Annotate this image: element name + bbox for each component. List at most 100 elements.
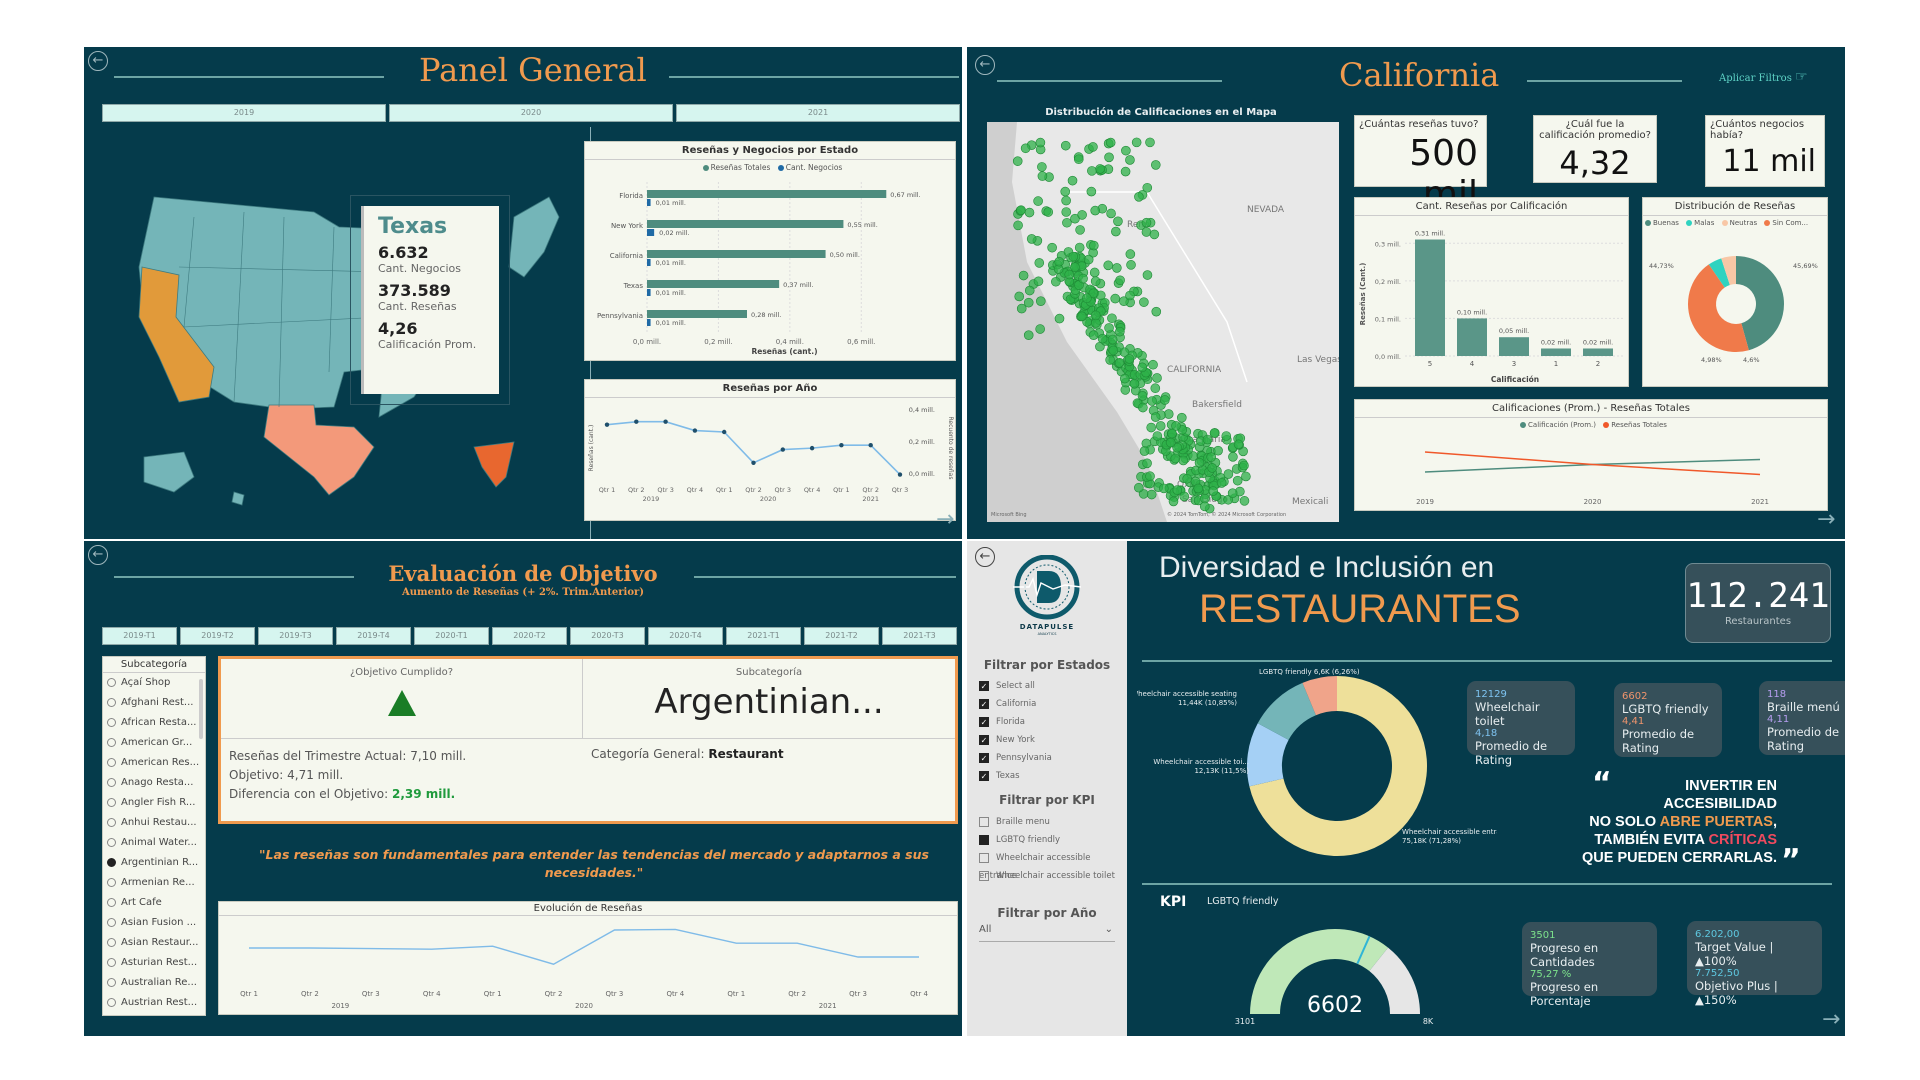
- state-filter-option[interactable]: ✓ New York: [979, 731, 1052, 749]
- rating-vs-reviews-chart[interactable]: Calificaciones (Prom.) - Reseñas Totales…: [1354, 399, 1828, 511]
- subcategory-option[interactable]: Afghani Rest...: [103, 693, 205, 713]
- subcategory-option[interactable]: Austrian Rest...: [103, 993, 205, 1013]
- stat-card: 12129 Wheelchair toilet 4,18 Promedio de…: [1467, 681, 1575, 767]
- quarter-tab[interactable]: 2021-T2: [804, 627, 879, 645]
- difference-label: Diferencia con el Objetivo:: [229, 787, 389, 801]
- checkbox[interactable]: [979, 852, 989, 863]
- subcategory-option[interactable]: Asturian Rest...: [103, 953, 205, 973]
- kpi-question: ¿Cuál fue la calificación promedio?: [1539, 119, 1651, 141]
- radio-button[interactable]: [107, 937, 116, 947]
- subcategory-option[interactable]: American Res...: [103, 753, 205, 773]
- quarter-tab[interactable]: 2020-T3: [570, 627, 645, 645]
- filter-kpi-title: Filtrar por KPI: [999, 793, 1095, 807]
- checkbox[interactable]: ✓: [979, 680, 989, 691]
- state-bar-chart[interactable]: Reseñas y Negocios por Estado Reseñas To…: [584, 141, 956, 361]
- quarter-tab[interactable]: 2019-T2: [180, 627, 255, 645]
- checkbox[interactable]: [979, 834, 989, 845]
- radio-button[interactable]: [107, 757, 116, 767]
- back-arrow-icon[interactable]: ←: [975, 547, 995, 567]
- kpi-filter-option[interactable]: Wheelchair accessible entrance: [979, 849, 1127, 881]
- radio-button[interactable]: [107, 877, 116, 887]
- subcategory-option[interactable]: American Gr...: [103, 733, 205, 753]
- kpi-filter-option[interactable]: Wheelchair accessible toilet: [979, 867, 1127, 885]
- total-restaurants-label: Restaurantes: [1724, 616, 1792, 627]
- back-arrow-icon[interactable]: ←: [88, 51, 108, 71]
- checkbox[interactable]: ✓: [979, 770, 989, 781]
- quarter-tab[interactable]: 2021-T1: [726, 627, 801, 645]
- year-tab[interactable]: 2020: [389, 104, 673, 122]
- state-filter-option[interactable]: ✓ Texas: [979, 767, 1052, 785]
- radio-button[interactable]: [107, 997, 116, 1007]
- x-tick-label: Qtr 3: [775, 486, 792, 494]
- year-tab[interactable]: 2019: [102, 104, 386, 122]
- filter-states-title: Filtrar por Estados: [983, 658, 1111, 672]
- checkbox[interactable]: ✓: [979, 716, 989, 727]
- kpi-filter-option[interactable]: LGBTQ friendly: [979, 831, 1127, 849]
- radio-button[interactable]: [107, 837, 116, 847]
- radio-button[interactable]: [107, 717, 116, 727]
- radio-button[interactable]: [107, 737, 116, 747]
- subcategory-option[interactable]: Animal Water...: [103, 833, 205, 853]
- state-filter-option[interactable]: ✓ California: [979, 695, 1052, 713]
- rating-bar-chart[interactable]: Cant. Reseñas por Calificación Reseñas (…: [1354, 197, 1629, 387]
- review-evolution-chart[interactable]: Evolución de Reseñas Qtr 1 Qtr 2 Qtr 3 Qtr …: [218, 901, 958, 1015]
- radio-button[interactable]: [107, 977, 116, 987]
- radio-button[interactable]: [107, 777, 116, 787]
- next-arrow-icon[interactable]: →: [936, 507, 954, 532]
- radio-button[interactable]: [107, 957, 116, 967]
- checkbox[interactable]: ✓: [979, 752, 989, 763]
- back-arrow-icon[interactable]: ←: [975, 55, 995, 75]
- map-point: [1131, 137, 1142, 148]
- data-label: 0,01 mill.: [656, 319, 686, 327]
- next-arrow-icon[interactable]: →: [1817, 507, 1835, 532]
- yearly-line-chart[interactable]: Reseñas por Año Reseñas (cant.) 0,4 mill.…: [584, 379, 956, 521]
- kpi-filter-option[interactable]: Braille menu: [979, 813, 1127, 831]
- quarter-tab[interactable]: 2019-T4: [336, 627, 411, 645]
- radio-button[interactable]: [107, 897, 116, 907]
- subcategory-option[interactable]: Asian Fusion ...: [103, 913, 205, 933]
- radio-button[interactable]: [107, 917, 116, 927]
- x-tick-label: 3: [1512, 360, 1516, 368]
- state-filter-option[interactable]: ✓ Select all: [979, 677, 1052, 695]
- slicer-scrollbar[interactable]: [199, 679, 203, 739]
- subcategory-option[interactable]: Anhui Restau...: [103, 813, 205, 833]
- kpi-gauge[interactable]: 6602 3101 8K: [1225, 906, 1445, 1026]
- data-point: [897, 472, 903, 477]
- checkbox[interactable]: ✓: [979, 734, 989, 745]
- accessibility-donut[interactable]: LGBTQ friendly 6,6K (6,26%) Wheelchair ac…: [1137, 666, 1497, 866]
- state-filter-option[interactable]: ✓ Pennsylvania: [979, 749, 1052, 767]
- map-point: [1124, 354, 1135, 364]
- subcategory-option[interactable]: Art Cafe: [103, 893, 205, 913]
- year-tab[interactable]: 2021: [676, 104, 960, 122]
- radio-button[interactable]: [107, 817, 116, 827]
- quarter-tab[interactable]: 2020-T4: [648, 627, 723, 645]
- radio-button[interactable]: [107, 857, 116, 867]
- radio-button[interactable]: [107, 677, 116, 687]
- subcategory-option[interactable]: Armenian Re...: [103, 873, 205, 893]
- subcategory-option[interactable]: Argentinian R...: [103, 853, 205, 873]
- quarter-tab[interactable]: 2019-T3: [258, 627, 333, 645]
- california-ratings-map[interactable]: RenoNEVADALas VegasCALIFORNIABakersfield…: [987, 122, 1342, 522]
- subcategory-value: Argentinian...: [654, 682, 884, 722]
- checkbox[interactable]: [979, 816, 989, 827]
- year-dropdown[interactable]: All ⌄: [979, 924, 1115, 942]
- subcategory-option[interactable]: African Resta...: [103, 713, 205, 733]
- checkbox[interactable]: [979, 870, 989, 881]
- quarter-tab[interactable]: 2021-T3: [882, 627, 957, 645]
- panel-general: ← Panel General 2019 2020 2021 Texas 6.6…: [84, 47, 962, 539]
- radio-button[interactable]: [107, 797, 116, 807]
- review-distribution-donut[interactable]: Distribución de Reseñas Buenas Malas Neu…: [1642, 197, 1828, 387]
- checkbox[interactable]: ✓: [979, 698, 989, 709]
- subcategory-option[interactable]: Australian Re...: [103, 973, 205, 993]
- subcategory-option[interactable]: Açaí Shop: [103, 673, 205, 693]
- quarter-tab[interactable]: 2020-T1: [414, 627, 489, 645]
- radio-button[interactable]: [107, 697, 116, 707]
- quarter-tab[interactable]: 2019-T1: [102, 627, 177, 645]
- subcategory-option[interactable]: Asian Restaur...: [103, 933, 205, 953]
- subcategory-option[interactable]: Angler Fish R...: [103, 793, 205, 813]
- quarter-tab[interactable]: 2020-T2: [492, 627, 567, 645]
- subcategory-option[interactable]: Anago Resta...: [103, 773, 205, 793]
- apply-filters-button[interactable]: Aplicar Filtros ☞: [1719, 69, 1808, 85]
- state-filter-option[interactable]: ✓ Florida: [979, 713, 1052, 731]
- next-arrow-icon[interactable]: →: [1822, 1007, 1840, 1032]
